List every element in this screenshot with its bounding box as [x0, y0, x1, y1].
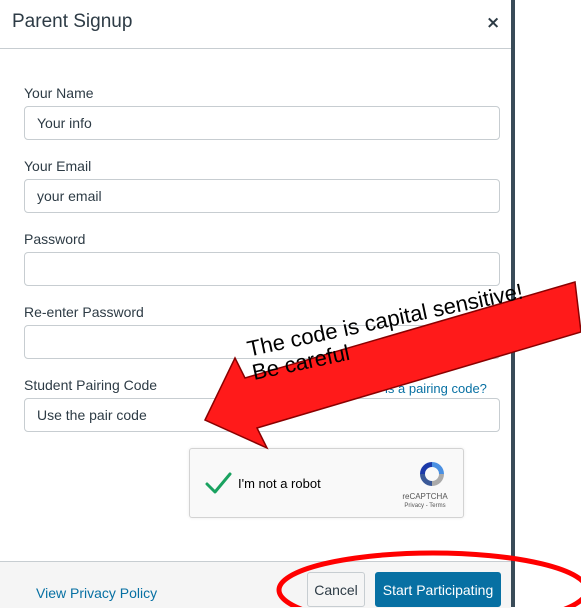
- recaptcha-brand: reCAPTCHA: [402, 492, 448, 501]
- pairing-code-label: Student Pairing Code: [24, 377, 158, 393]
- email-label: Your Email: [24, 158, 92, 174]
- password-label: Password: [24, 231, 86, 247]
- recaptcha-privacy-terms[interactable]: Privacy - Terms: [390, 503, 460, 509]
- recaptcha-logo-icon: [420, 462, 444, 486]
- cancel-button[interactable]: Cancel: [307, 572, 365, 607]
- password-confirm-field[interactable]: [24, 325, 500, 359]
- modal-header: Parent Signup ×: [0, 0, 511, 49]
- checkmark-icon[interactable]: [204, 469, 232, 497]
- start-participating-button[interactable]: Start Participating: [375, 572, 501, 607]
- modal-scroll-edge: [511, 0, 515, 607]
- parent-signup-modal: Parent Signup × Your Name Your Email Pas…: [0, 0, 511, 608]
- recaptcha-label: I'm not a robot: [238, 476, 321, 491]
- email-field[interactable]: [24, 179, 500, 213]
- modal-footer: View Privacy Policy Cancel Start Partici…: [0, 561, 511, 608]
- modal-title: Parent Signup: [12, 11, 133, 32]
- recaptcha-widget[interactable]: I'm not a robot reCAPTCHA Privacy - Term…: [189, 448, 464, 518]
- close-icon[interactable]: ×: [486, 13, 500, 33]
- pairing-code-field[interactable]: [24, 398, 500, 432]
- name-field[interactable]: [24, 106, 500, 140]
- password-confirm-label: Re-enter Password: [24, 304, 144, 320]
- privacy-policy-link[interactable]: View Privacy Policy: [36, 585, 157, 601]
- name-label: Your Name: [24, 85, 94, 101]
- password-field[interactable]: [24, 252, 500, 286]
- pairing-code-help-link[interactable]: is a pairing code?: [385, 381, 487, 396]
